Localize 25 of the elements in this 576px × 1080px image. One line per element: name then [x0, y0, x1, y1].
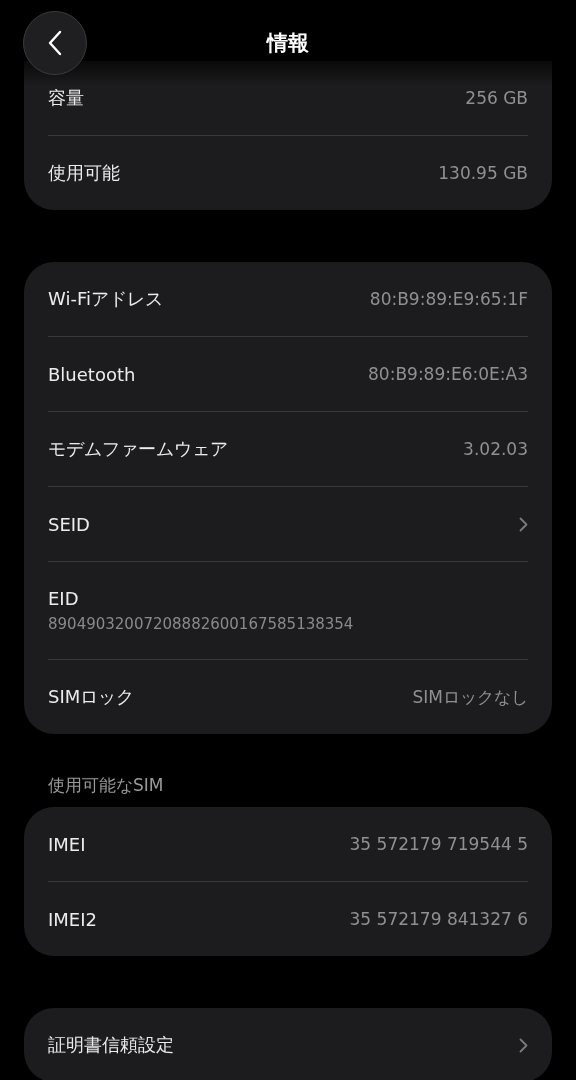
chevron-right-icon [519, 1037, 528, 1053]
row-value: 35 572179 841327 6 [349, 909, 528, 929]
row-value: 80:B9:89:E9:65:1F [369, 289, 528, 309]
back-chevron-icon [47, 30, 63, 56]
section-label: 使用可能なSIM [48, 774, 165, 797]
page-title: 情報 [267, 30, 309, 57]
row-label: SIMロック [48, 685, 135, 709]
row-label: Bluetooth [48, 363, 136, 385]
row-label: 使用可能 [48, 161, 120, 185]
row-value: 89049032007208882600167585138354 [48, 615, 354, 633]
row-label: モデムファームウェア [48, 437, 228, 461]
settings-link-row[interactable]: 証明書信頼設定 [48, 1008, 528, 1080]
row-label: 容量 [48, 86, 84, 110]
settings-link-row[interactable]: SEID [48, 487, 528, 561]
row-label: EID [48, 588, 79, 609]
row-label: IMEI [48, 833, 86, 855]
chevron-right-icon [519, 516, 528, 532]
row-value: 35 572179 719544 5 [349, 834, 528, 854]
row-value: 3.02.03 [463, 439, 528, 459]
row-value: SIMロックなし [412, 685, 528, 709]
row-value: 80:B9:89:E6:0E:A3 [368, 364, 528, 384]
row-label: IMEI2 [48, 908, 97, 930]
row-label: Wi-Fiアドレス [48, 287, 163, 311]
row-value: 130.95 GB [438, 163, 528, 183]
row-value: 256 GB [465, 88, 528, 108]
